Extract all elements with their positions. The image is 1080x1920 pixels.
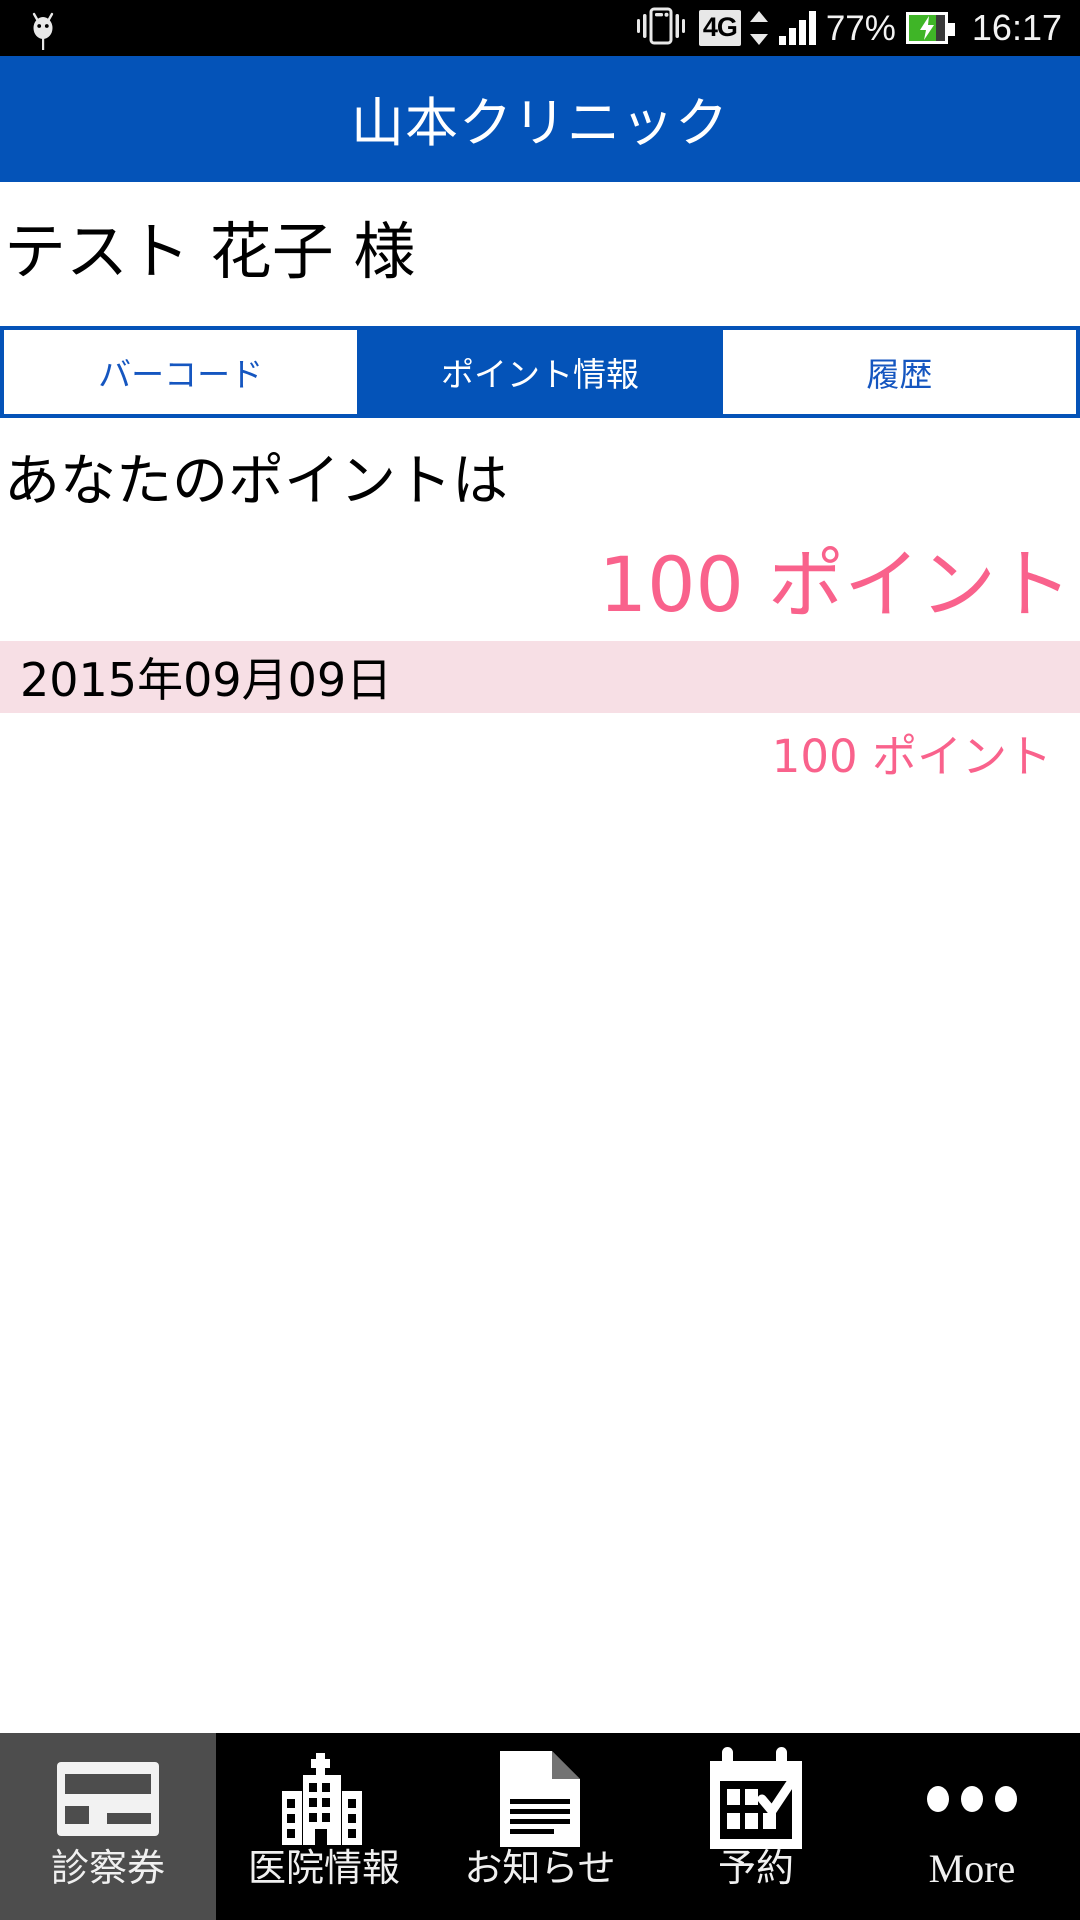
vibrate-icon [633,6,689,51]
hospital-building-icon [266,1751,382,1847]
tab-point-info[interactable]: ポイント情報 [360,330,720,414]
app-header: 山本クリニック [0,56,1080,182]
status-bar-notifications [26,8,60,50]
list-item[interactable]: 2015年09月09日 100 ポイント [0,641,1080,791]
tab-history-label: 履歴 [866,355,933,394]
nav-item-clinic-info-label: 医院情報 [247,1846,400,1890]
status-bar: 4G 77% 16:17 [0,0,1080,56]
history-value: 100 ポイント [0,713,1080,791]
points-label: あなたのポイントは [4,449,508,514]
nav-item-news[interactable]: お知らせ [432,1733,648,1920]
ellipsis-icon [924,1751,1020,1847]
tab-barcode-label: バーコード [98,355,264,394]
nav-item-reservation-label: 予約 [717,1846,794,1890]
membership-card-icon [55,1751,161,1847]
nav-item-card[interactable]: 診察券 [0,1733,216,1920]
nav-item-more-label: More [928,1846,1016,1891]
tab-barcode[interactable]: バーコード [0,330,361,414]
signal-bars-icon [778,11,816,45]
history-date: 2015年09月09日 [0,641,1080,713]
page-title: 山本クリニック [351,93,729,154]
status-bar-clock: 16:17 [971,7,1062,48]
bottom-nav-bar: 診察券 医院情報 お知らせ 予約 More [0,1733,1080,1920]
android-robot-icon [26,8,60,50]
patient-name: テスト 花子 様 [4,215,416,288]
status-bar-indicators: 4G 77% 16:17 [633,6,1062,51]
nav-item-card-label: 診察券 [50,1846,165,1890]
nav-item-clinic-info[interactable]: 医院情報 [216,1733,432,1920]
points-total: 100 ポイント [598,540,1072,629]
document-news-icon [494,1751,586,1847]
nav-item-news-label: お知らせ [464,1846,616,1890]
nav-item-more[interactable]: More [864,1733,1080,1920]
data-updown-icon [749,11,769,45]
calendar-checklist-icon [700,1747,812,1849]
nav-item-reservation[interactable]: 予約 [648,1733,864,1920]
battery-charging-icon [905,12,955,44]
tab-history[interactable]: 履歴 [719,330,1080,414]
tab-point-info-label: ポイント情報 [440,355,639,394]
network-type-badge: 4G [698,10,741,46]
patient-name-row: テスト 花子 様 [0,182,1080,310]
point-history-list: 2015年09月09日 100 ポイント [0,641,1080,791]
tab-bar: バーコード ポイント情報 履歴 [0,326,1080,418]
battery-percent-label: 77% [825,8,896,48]
